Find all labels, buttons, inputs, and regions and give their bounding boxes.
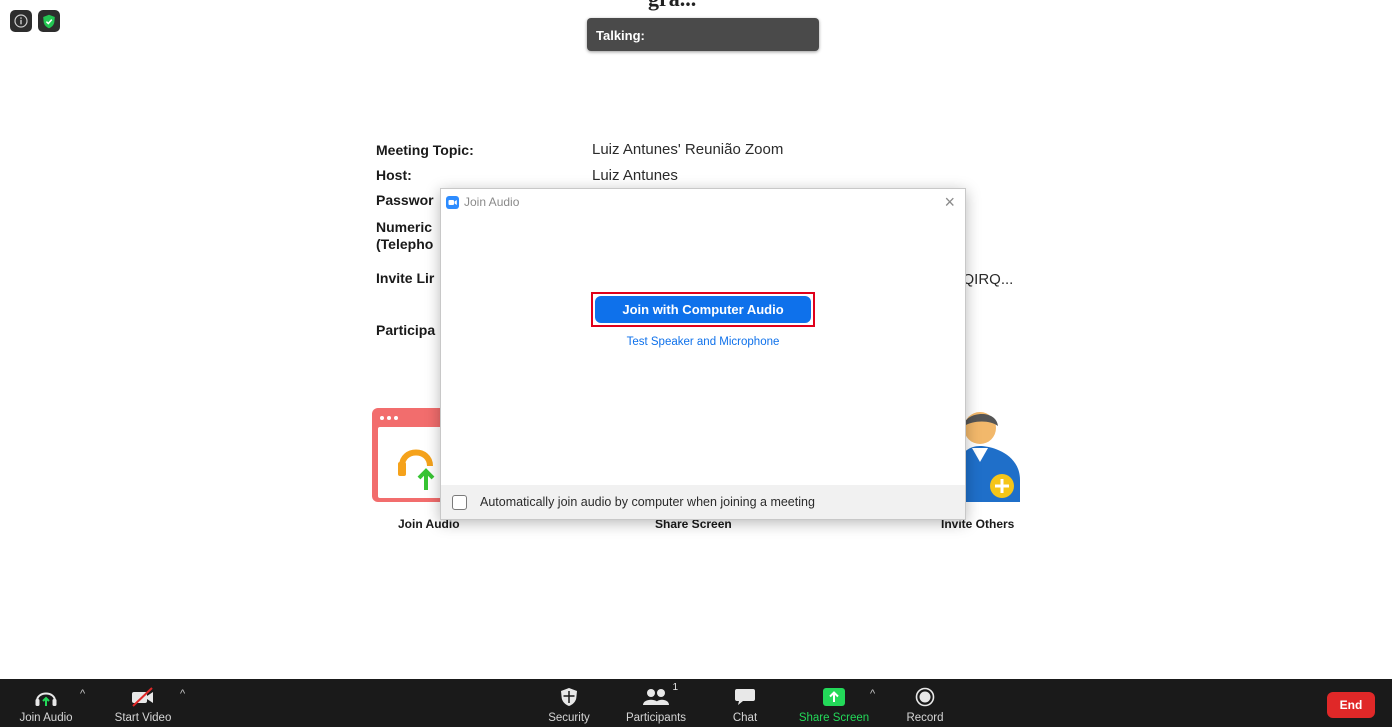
join-with-computer-audio-button[interactable]: Join with Computer Audio <box>595 296 811 323</box>
participants-button[interactable]: 1 Participants <box>622 679 690 727</box>
security-shield-icon <box>561 688 577 706</box>
meeting-topic-value: Luiz Antunes' Reunião Zoom <box>592 141 784 158</box>
join-audio-button[interactable]: Join Audio <box>19 679 73 727</box>
dialog-titlebar: Join Audio <box>441 189 965 215</box>
join-audio-label: Join Audio <box>19 712 73 724</box>
share-screen-icon <box>823 688 845 706</box>
start-video-label: Start Video <box>114 712 172 724</box>
share-screen-options-chevron-icon[interactable]: ^ <box>870 688 875 700</box>
join-audio-dialog: Join Audio × Join with Computer Audio Te… <box>440 188 966 520</box>
host-value: Luiz Antunes <box>592 167 678 184</box>
top-status-icons <box>10 10 60 32</box>
record-icon <box>915 687 935 707</box>
chat-button[interactable]: Chat <box>728 679 762 727</box>
join-button-highlight: Join with Computer Audio <box>591 292 815 327</box>
host-label: Host: <box>376 167 412 183</box>
auto-join-audio-checkbox[interactable] <box>452 494 467 510</box>
dialog-footer: Automatically join audio by computer whe… <box>441 485 965 519</box>
end-meeting-button[interactable]: End <box>1327 692 1375 718</box>
headphones-icon <box>35 692 57 706</box>
start-video-button[interactable]: Start Video <box>114 679 172 727</box>
join-audio-options-chevron-icon[interactable]: ^ <box>80 688 85 700</box>
security-button[interactable]: Security <box>546 679 592 727</box>
talking-indicator: Talking: <box>587 18 819 51</box>
invite-others-tile-icon <box>960 412 1020 502</box>
dialog-title: Join Audio <box>464 195 520 209</box>
participants-icon <box>643 689 669 705</box>
chat-label: Chat <box>732 712 758 724</box>
participants-label: Participants <box>625 712 687 724</box>
record-label: Record <box>906 712 944 724</box>
numeric-label: Numeric <box>376 219 433 235</box>
page-title: gra... <box>648 0 696 12</box>
participants-label: Participa <box>376 322 436 338</box>
participants-count: 1 <box>672 682 678 693</box>
encryption-shield-icon[interactable] <box>38 10 60 32</box>
invite-others-tile[interactable] <box>960 408 1022 502</box>
chat-bubble-icon <box>735 689 755 705</box>
telephone-label: (Telepho <box>376 236 434 252</box>
start-video-options-chevron-icon[interactable]: ^ <box>180 688 185 700</box>
invite-link-label: Invite Lir <box>376 270 435 286</box>
record-button[interactable]: Record <box>902 679 948 727</box>
meeting-toolbar: Join Audio ^ Start Video ^ Security 1 Pa… <box>0 679 1392 727</box>
info-icon[interactable] <box>10 10 32 32</box>
dialog-close-icon[interactable]: × <box>944 193 955 211</box>
meeting-topic-label: Meeting Topic: <box>376 142 474 158</box>
share-screen-button[interactable]: Share Screen <box>796 679 872 727</box>
share-screen-label: Share Screen <box>798 712 870 724</box>
test-speaker-microphone-link[interactable]: Test Speaker and Microphone <box>441 336 965 348</box>
auto-join-audio-label[interactable]: Automatically join audio by computer whe… <box>480 495 815 509</box>
security-label: Security <box>548 712 590 724</box>
video-off-icon <box>132 687 153 707</box>
password-label: Passwor <box>376 192 434 208</box>
zoom-logo-icon <box>446 195 459 209</box>
